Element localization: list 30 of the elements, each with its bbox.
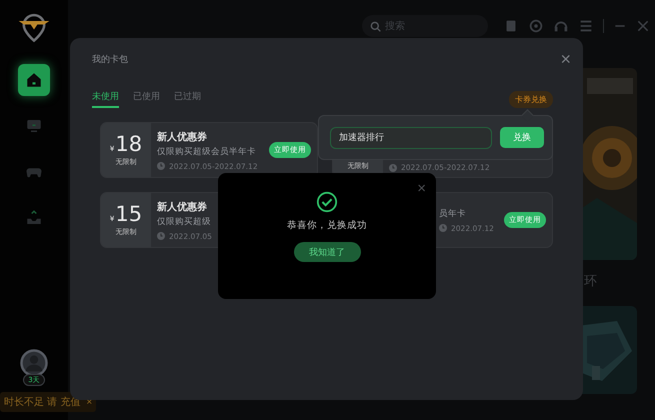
close-button[interactable]: × <box>417 181 426 191</box>
coupon-amount: 15 <box>115 204 142 224</box>
monitor-icon <box>25 117 43 135</box>
confirm-button[interactable]: 我知道了 <box>294 242 360 262</box>
close-button[interactable]: × <box>560 50 571 68</box>
code-input[interactable]: 加速器排行 <box>330 126 492 148</box>
redeem-confirm-button[interactable]: 兑换 <box>500 127 544 148</box>
coupon-description: 员年卡 <box>439 208 466 220</box>
nav-item[interactable] <box>18 64 50 96</box>
clock-icon <box>439 224 447 232</box>
inbox-icon <box>25 209 43 227</box>
tab[interactable]: 已使用 <box>133 90 160 108</box>
coupon-amount: 18 <box>115 134 142 154</box>
coupon-title: 新人优惠券 <box>157 130 207 144</box>
redeem-button[interactable]: 卡券兑换 <box>509 90 553 108</box>
close-icon[interactable] <box>636 19 650 33</box>
success-message: 恭喜你，兑换成功 <box>287 219 367 232</box>
coupon-title: 新人优惠券 <box>157 200 207 214</box>
tab[interactable]: 已过期 <box>174 90 201 108</box>
modal-title: 我的卡包 <box>92 54 128 66</box>
target-icon[interactable] <box>528 18 544 34</box>
clock-icon <box>389 164 397 172</box>
coupon-description: 仅限购买超级 <box>157 216 211 228</box>
clock-icon <box>157 232 165 240</box>
clock-icon <box>157 162 165 170</box>
coupon-description: 仅限购买超级会员半年卡 <box>157 146 256 158</box>
menu-icon[interactable] <box>578 18 594 34</box>
success-check-icon <box>316 191 338 213</box>
tab[interactable]: 未使用 <box>92 90 119 108</box>
home-icon <box>25 71 43 89</box>
